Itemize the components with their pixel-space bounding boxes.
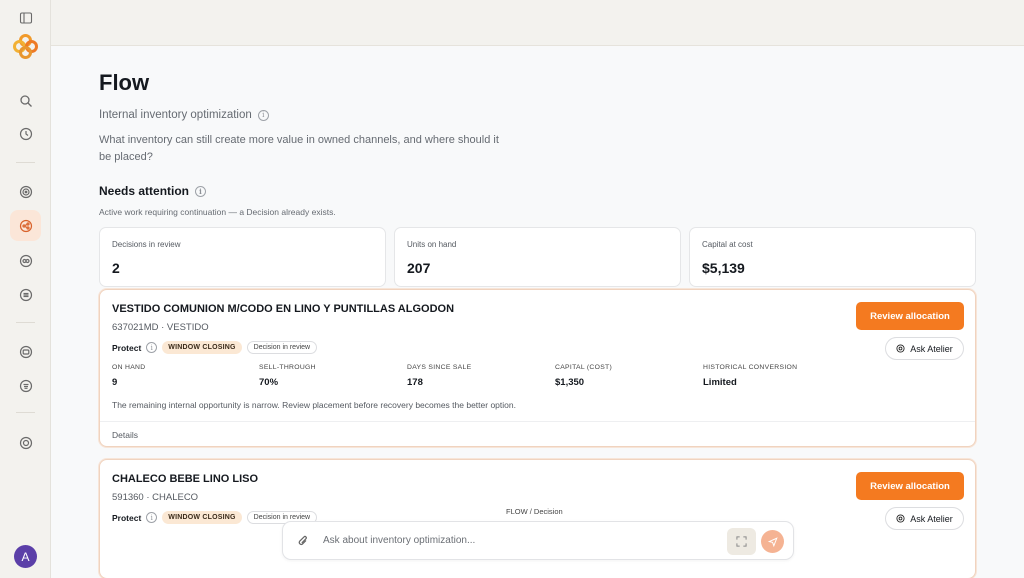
- document-icon[interactable]: [10, 279, 41, 310]
- decision-card: VESTIDO COMUNION M/CODO EN LINO Y PUNTIL…: [99, 289, 976, 447]
- review-allocation-button[interactable]: Review allocation: [856, 472, 964, 500]
- sidebar-item-flow[interactable]: [10, 210, 41, 241]
- chat-icon[interactable]: [10, 336, 41, 367]
- history-icon[interactable]: [10, 118, 41, 149]
- stat-value: 2: [112, 260, 120, 276]
- review-allocation-button[interactable]: Review allocation: [856, 302, 964, 330]
- target-icon[interactable]: [10, 176, 41, 207]
- expand-icon: [736, 536, 747, 547]
- paperclip-icon[interactable]: [297, 534, 309, 548]
- metric-value: $1,350: [555, 377, 585, 388]
- subtitle-text: Internal inventory optimization: [99, 109, 252, 121]
- sidebar-toggle-icon[interactable]: [10, 2, 41, 33]
- sidebar-divider: [16, 162, 35, 163]
- sidebar-divider: [16, 322, 35, 323]
- metric-days-since-sale: DAYS SINCE SALE 178: [407, 364, 471, 388]
- main-content: Flow Internal inventory optimization i W…: [51, 46, 1024, 578]
- send-button[interactable]: [761, 530, 784, 553]
- stat-label: Decisions in review: [112, 240, 181, 249]
- info-icon[interactable]: i: [146, 512, 158, 523]
- link-circle-icon[interactable]: [10, 245, 41, 276]
- tag-row: Protect i WINDOW CLOSING Decision in rev…: [112, 341, 318, 354]
- metric-value: Limited: [703, 377, 737, 388]
- protect-label: Protect: [112, 512, 142, 523]
- card-note: The remaining internal opportunity is na…: [112, 400, 516, 410]
- window-closing-badge: WINDOW CLOSING: [162, 511, 242, 524]
- metric-label: ON HAND: [112, 364, 146, 371]
- ask-atelier-button[interactable]: Ask Atelier: [885, 507, 964, 530]
- details-link[interactable]: Details: [112, 430, 138, 440]
- product-name: VESTIDO COMUNION M/CODO EN LINO Y PUNTIL…: [112, 303, 455, 315]
- sidebar-divider: [16, 412, 35, 413]
- send-icon: [767, 536, 778, 547]
- section-title: Needs attention i: [99, 184, 207, 198]
- stack-icon[interactable]: [10, 370, 41, 401]
- metric-historical-conversion: HISTORICAL CONVERSION Limited: [703, 364, 797, 388]
- search-icon[interactable]: [10, 85, 41, 116]
- page-subtitle: Internal inventory optimization i: [99, 109, 269, 121]
- metric-value: 70%: [259, 377, 279, 388]
- metric-label: SELL-THROUGH: [259, 364, 316, 371]
- atelier-icon: [896, 344, 905, 353]
- card-divider: [100, 421, 975, 422]
- ask-atelier-button[interactable]: Ask Atelier: [885, 337, 964, 360]
- atelier-icon: [896, 514, 905, 523]
- product-sku: 637021MD · VESTIDO: [112, 322, 209, 333]
- metric-capital-cost: CAPITAL (COST) $1,350: [555, 364, 612, 388]
- page-title: Flow: [99, 70, 150, 95]
- chat-bar: Ask about inventory optimization...: [282, 521, 794, 560]
- protect-label: Protect: [112, 342, 142, 353]
- metric-sell-through: SELL-THROUGH 70%: [259, 364, 316, 388]
- metric-label: CAPITAL (COST): [555, 364, 613, 371]
- page-question: What inventory can still create more val…: [99, 134, 499, 163]
- top-bar: [51, 0, 1024, 46]
- product-name: CHALECO BEBE LINO LISO: [112, 473, 259, 485]
- app-logo-icon: [13, 34, 38, 59]
- info-icon[interactable]: i: [257, 109, 269, 121]
- stat-label: Units on hand: [407, 240, 457, 249]
- window-closing-badge: WINDOW CLOSING: [162, 341, 242, 354]
- metric-label: HISTORICAL CONVERSION: [703, 364, 798, 371]
- status-badge: Decision in review: [246, 341, 318, 354]
- info-icon[interactable]: i: [146, 342, 158, 353]
- stat-units-on-hand: Units on hand 207: [394, 227, 681, 287]
- user-avatar[interactable]: A: [14, 545, 37, 568]
- ask-atelier-label: Ask Atelier: [910, 343, 953, 354]
- stat-value: $5,139: [702, 260, 745, 276]
- product-sku: 591360 · CHALECO: [112, 492, 199, 503]
- flow-decision-label: FLOW / Decision: [506, 507, 563, 516]
- stat-label: Capital at cost: [702, 240, 753, 249]
- metric-on-hand: ON HAND 9: [112, 364, 145, 388]
- metric-value: 178: [407, 377, 423, 388]
- decision-card: CHALECO BEBE LINO LISO 591360 · CHALECO …: [99, 459, 976, 578]
- settings-icon[interactable]: [10, 427, 41, 458]
- expand-button[interactable]: [727, 528, 756, 555]
- info-icon[interactable]: i: [195, 185, 207, 197]
- sidebar: A: [0, 0, 51, 578]
- ask-atelier-label: Ask Atelier: [910, 513, 953, 524]
- stat-capital-at-cost: Capital at cost $5,139: [689, 227, 976, 287]
- flow-icon: [19, 219, 32, 232]
- chat-input[interactable]: Ask about inventory optimization...: [323, 535, 475, 546]
- stat-decisions-in-review: Decisions in review 2: [99, 227, 386, 287]
- stat-value: 207: [407, 260, 431, 276]
- metric-label: DAYS SINCE SALE: [407, 364, 472, 371]
- section-title-text: Needs attention: [99, 184, 190, 198]
- section-description: Active work requiring continuation — a D…: [99, 207, 336, 217]
- metric-value: 9: [112, 377, 118, 388]
